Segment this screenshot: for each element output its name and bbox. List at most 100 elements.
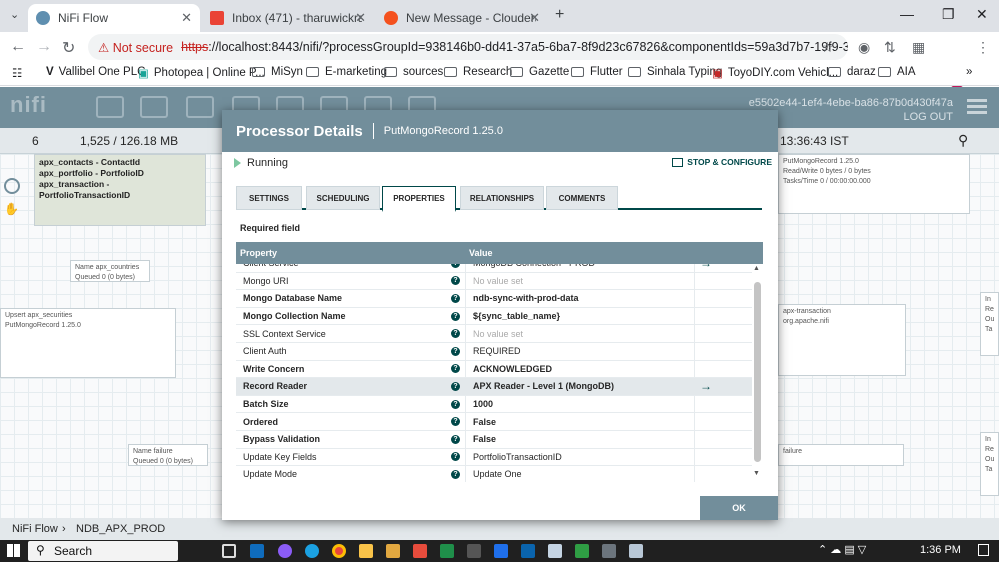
bookmark-flutter[interactable]: Flutter	[571, 66, 623, 78]
close-icon[interactable]: ✕	[181, 10, 192, 26]
app-icon[interactable]	[467, 544, 481, 558]
property-value[interactable]: No value set	[473, 276, 523, 286]
property-value[interactable]: ndb-sync-with-prod-data	[473, 293, 579, 303]
table-row[interactable]: Mongo Collection Name? ${sync_table_name}	[236, 308, 752, 326]
bookmark-vallibel[interactable]: V Vallibel One PLC	[46, 66, 145, 78]
help-icon[interactable]: ?	[451, 293, 460, 303]
reload-icon[interactable]: ↻	[62, 38, 75, 58]
edge-icon[interactable]	[305, 544, 319, 558]
app-icon[interactable]	[602, 544, 616, 558]
chrome-icon[interactable]	[332, 544, 346, 558]
close-icon[interactable]: ✕	[355, 10, 366, 26]
sync-icon[interactable]: ⇅	[884, 39, 896, 56]
more-bookmarks-icon[interactable]: »	[966, 66, 972, 78]
window-close-icon[interactable]: ✕	[976, 6, 988, 23]
operate-icon[interactable]: ✋	[4, 202, 20, 216]
tab-relationships[interactable]: RELATIONSHIPS	[460, 186, 544, 210]
help-icon[interactable]: ?	[451, 469, 460, 479]
scrollbar-thumb[interactable]	[754, 282, 761, 462]
bookmark-research[interactable]: Research	[444, 66, 512, 78]
bookmark-daraz[interactable]: daraz	[828, 66, 876, 78]
forward-icon[interactable]: →	[36, 38, 52, 56]
bookmark-photopea[interactable]: ▣ Photopea | Online P...	[138, 66, 265, 80]
property-value[interactable]: PortfolioTransactionID	[473, 452, 562, 462]
bookmark-gazette[interactable]: Gazette	[510, 66, 569, 78]
taskbar-clock[interactable]: 1:36 PM	[920, 544, 961, 556]
breadcrumb-nifi-flow[interactable]: NiFi Flow	[12, 523, 58, 535]
table-row[interactable]: Update Key Fields? PortfolioTransactionID	[236, 449, 752, 467]
app-icon[interactable]	[386, 544, 400, 558]
back-icon[interactable]: ←	[10, 38, 26, 56]
table-row[interactable]: Client Service? MongoDB Connection - PROD…	[236, 264, 752, 273]
table-row[interactable]: Mongo URI? No value set	[236, 273, 752, 291]
app-icon[interactable]	[548, 544, 562, 558]
table-row[interactable]: SSL Context Service? No value set	[236, 325, 752, 343]
ok-button[interactable]: OK	[700, 496, 778, 520]
property-value[interactable]: False	[473, 417, 496, 427]
table-row[interactable]: Ordered? False	[236, 413, 752, 431]
app-icon[interactable]	[629, 544, 643, 558]
help-icon[interactable]: ?	[451, 417, 460, 427]
table-row[interactable]: Bypass Validation? False	[236, 431, 752, 449]
camera-icon[interactable]: ◉	[858, 39, 870, 56]
minimize-icon[interactable]: —	[900, 6, 914, 22]
property-value[interactable]: MongoDB Connection - PROD	[473, 264, 595, 268]
table-row[interactable]: Batch Size? 1000	[236, 396, 752, 414]
extensions-icon[interactable]: ▦	[912, 39, 925, 56]
property-value[interactable]: 1000	[473, 399, 493, 409]
windows-start-icon[interactable]	[7, 544, 20, 557]
breadcrumb-ndb-apx-prod[interactable]: NDB_APX_PROD	[76, 523, 165, 535]
go-to-service-arrow-icon[interactable]: →	[700, 264, 712, 270]
more-icon[interactable]: ⋮	[976, 39, 990, 56]
navigate-icon[interactable]	[4, 178, 20, 194]
go-to-service-arrow-icon[interactable]: →	[700, 379, 712, 393]
help-icon[interactable]: ?	[451, 329, 460, 339]
help-icon[interactable]: ?	[451, 434, 460, 444]
new-tab-icon[interactable]: +	[555, 6, 564, 24]
file-explorer-icon[interactable]	[359, 544, 373, 558]
help-icon[interactable]: ?	[451, 276, 460, 286]
table-row[interactable]: Mongo Database Name? ndb-sync-with-prod-d…	[236, 290, 752, 308]
table-row[interactable]: Update Mode? Update One	[236, 466, 752, 482]
output-port-tool-icon[interactable]	[186, 96, 214, 118]
url-bar[interactable]: ⚠ Not secure https://localhost:8443/nifi…	[88, 34, 848, 60]
table-row[interactable]: Record Reader? APX Reader - Level 1 (Mong…	[236, 378, 752, 396]
taskbar-search[interactable]: ⚲ Search	[28, 541, 178, 561]
bookmark-misyn[interactable]: MiSyn	[252, 66, 303, 78]
property-value[interactable]: APX Reader - Level 1 (MongoDB)	[473, 381, 614, 391]
help-icon[interactable]: ?	[451, 311, 460, 321]
help-icon[interactable]: ?	[451, 399, 460, 409]
outlook-icon[interactable]	[250, 544, 264, 558]
tab-scheduling[interactable]: SCHEDULING	[306, 186, 380, 210]
help-icon[interactable]: ?	[451, 346, 460, 356]
stop-configure-button[interactable]: STOP & CONFIGURE	[672, 157, 772, 167]
app-icon[interactable]	[440, 544, 454, 558]
close-icon[interactable]: ✕	[529, 10, 540, 26]
system-tray-icons[interactable]: ⌃ ☁ ▤ ▽	[818, 543, 866, 556]
app-icon[interactable]	[575, 544, 589, 558]
property-value[interactable]: REQUIRED	[473, 346, 521, 356]
task-view-icon[interactable]	[222, 544, 236, 558]
help-icon[interactable]: ?	[451, 381, 460, 391]
property-value[interactable]: No value set	[473, 329, 523, 339]
tab-list-icon[interactable]: ⌄	[10, 8, 19, 21]
input-port-tool-icon[interactable]	[140, 96, 168, 118]
search-icon[interactable]: ⚲	[958, 132, 968, 149]
logout-link[interactable]: LOG OUT	[749, 110, 953, 124]
browser-tab-cloudera[interactable]: New Message - Cloudera Com… ✕	[376, 4, 548, 32]
bookmark-aia[interactable]: AIA	[878, 66, 916, 78]
help-icon[interactable]: ?	[451, 452, 460, 462]
tab-comments[interactable]: COMMENTS	[546, 186, 618, 210]
tab-properties[interactable]: PROPERTIES	[382, 186, 456, 212]
apps-icon[interactable]: ☷	[12, 66, 22, 80]
global-menu-icon[interactable]	[967, 99, 987, 114]
tab-settings[interactable]: SETTINGS	[236, 186, 302, 210]
table-row[interactable]: Write Concern? ACKNOWLEDGED	[236, 361, 752, 379]
app-icon[interactable]	[494, 544, 508, 558]
help-icon[interactable]: ?	[451, 364, 460, 374]
bookmark-toyodiy[interactable]: ▣ ToyoDIY.com Vehicl...	[712, 66, 838, 80]
not-secure-badge[interactable]: ⚠ Not secure	[98, 40, 173, 55]
table-row[interactable]: Client Auth? REQUIRED	[236, 343, 752, 361]
browser-tab-gmail[interactable]: Inbox (471) - tharuwickrama11… ✕	[202, 4, 374, 32]
bookmark-sinhala-typing[interactable]: Sinhala Typing	[628, 66, 722, 78]
